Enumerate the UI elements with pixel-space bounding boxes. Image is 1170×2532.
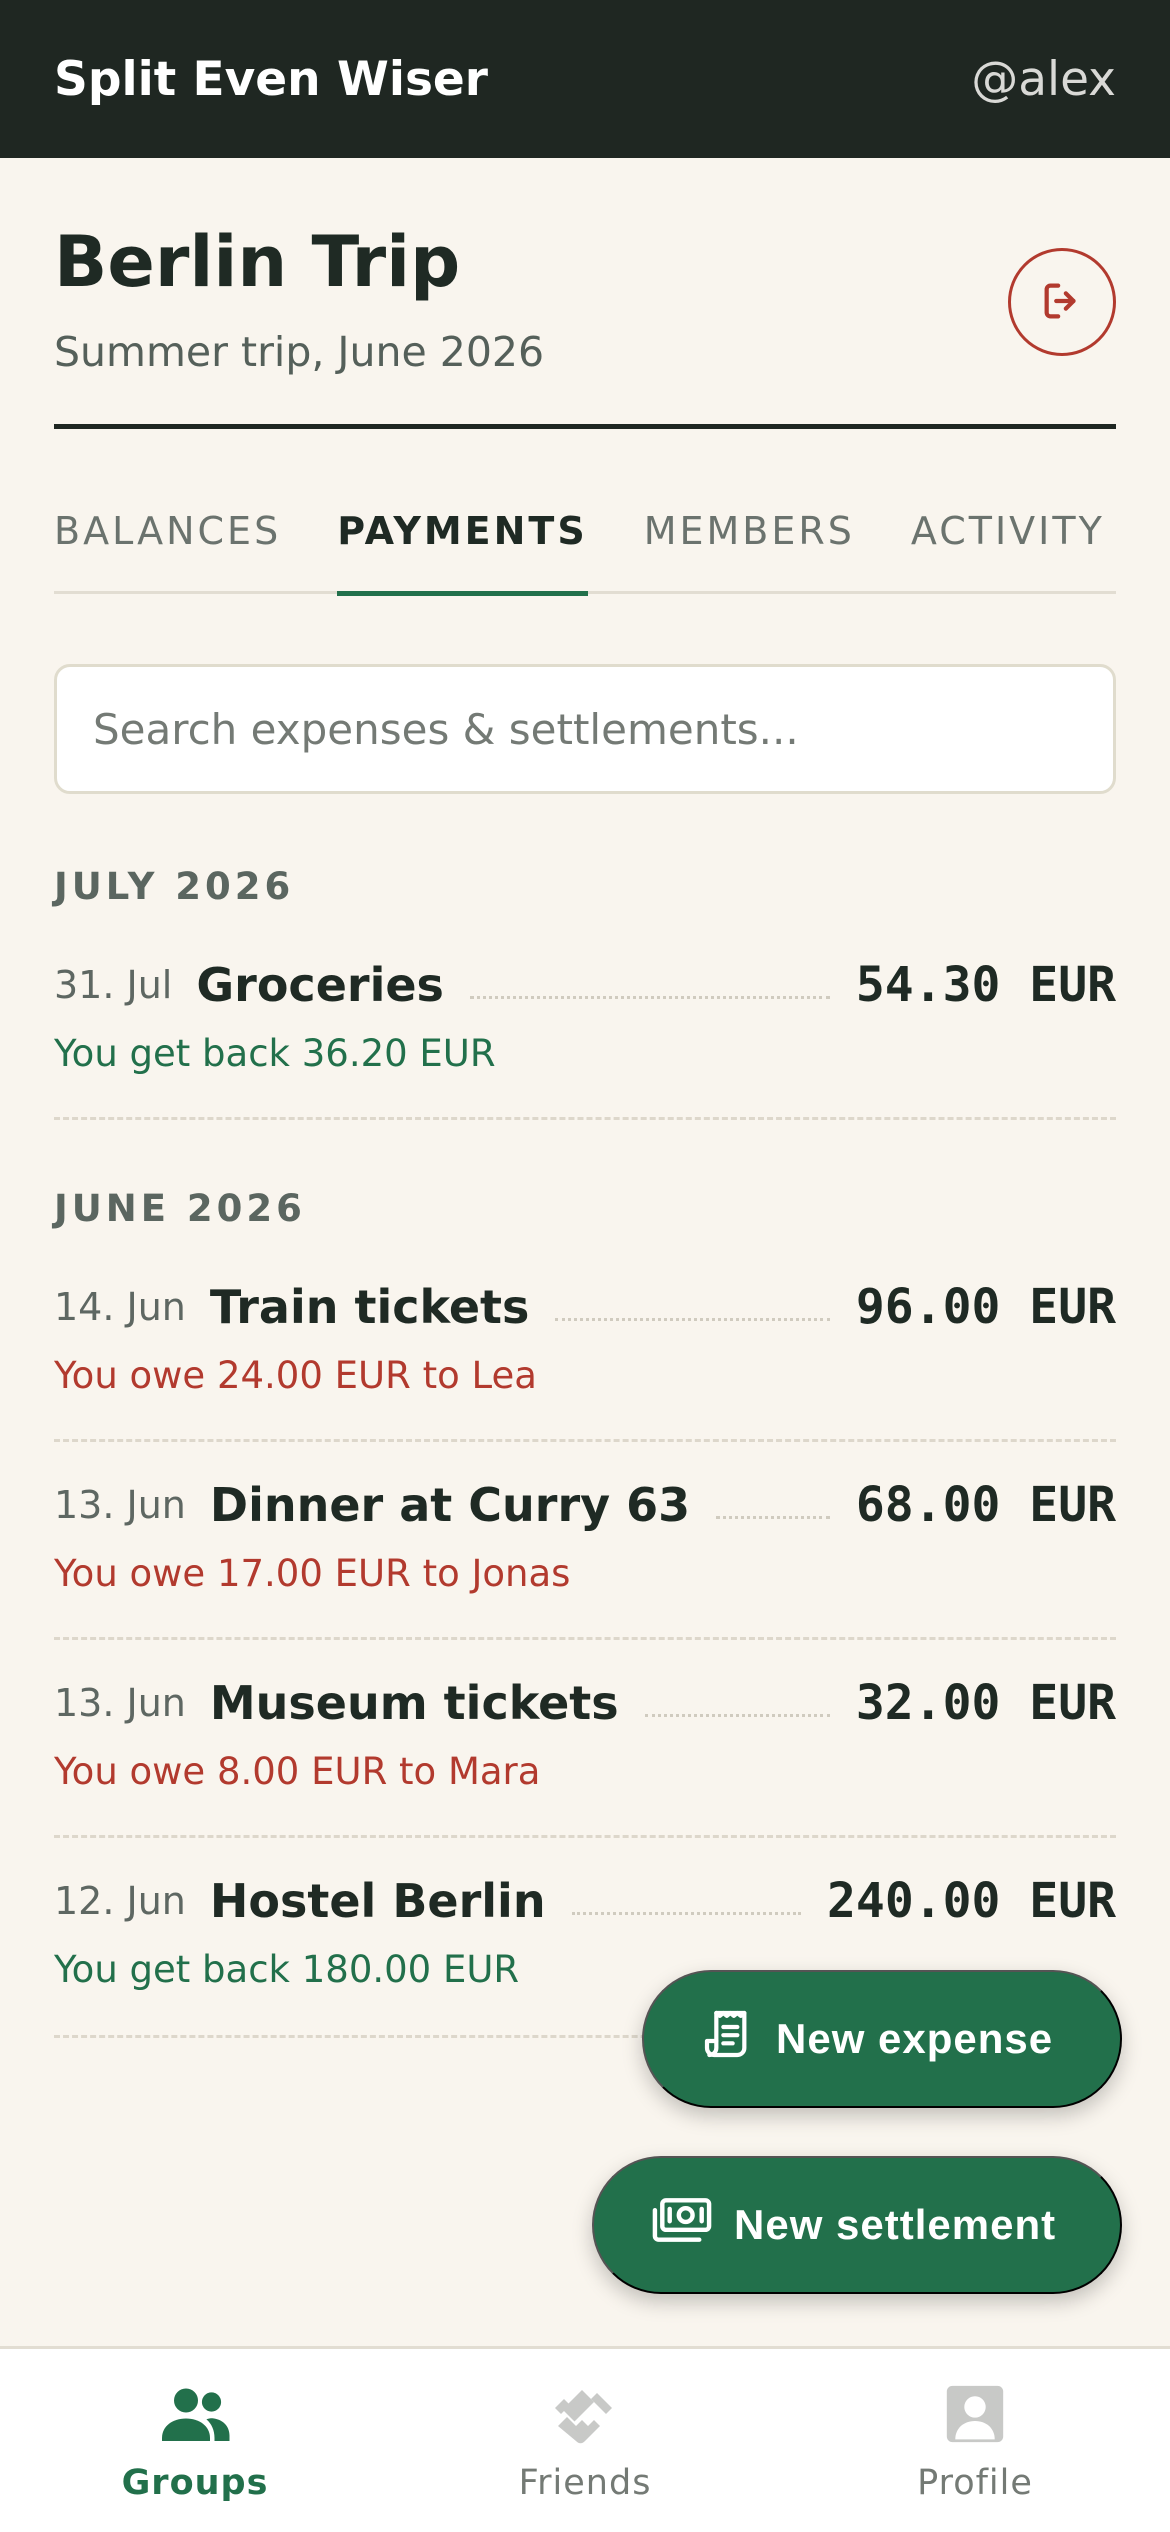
list-item[interactable]: 13. Jun Dinner at Curry 63 68.00 EUR You… [54,1442,1116,1640]
entry-amount: 68.00 EUR [855,1477,1116,1533]
nav-item-profile[interactable]: Profile [780,2349,1170,2532]
entry-date: 12. Jun [54,1879,186,1923]
dotted-leader [469,995,830,999]
list-item[interactable]: 31. Jul Groceries 54.30 EUR You get back… [54,922,1116,1120]
handshake-icon [549,2383,621,2449]
groups-icon [159,2383,231,2449]
nav-label: Groups [121,2463,269,2503]
group-subtitle: Summer trip, June 2026 [54,328,545,376]
entry-balance-note: You owe 24.00 EUR to Lea [54,1354,537,1397]
group-header: Berlin Trip Summer trip, June 2026 [54,218,1116,376]
top-bar: Split Even Wiser @alex [0,0,1170,158]
tab-balances[interactable]: BALANCES [54,469,281,593]
month-header: JUNE 2026 [54,1186,306,1230]
tab-activity[interactable]: ACTIVITY [911,469,1105,593]
entry-balance-note: You owe 17.00 EUR to Jonas [54,1552,571,1595]
list-item[interactable]: 13. Jun Museum tickets 32.00 EUR You owe… [54,1640,1116,1838]
month-header: JULY 2026 [54,864,295,908]
entry-name: Train tickets [209,1280,530,1334]
entry-name: Groceries [196,958,444,1012]
header-divider [54,424,1116,429]
receipt-icon [700,2006,776,2072]
new-expense-button[interactable]: New expense [642,1970,1122,2108]
search-box [54,664,1116,794]
list-item[interactable]: 14. Jun Train tickets 96.00 EUR You owe … [54,1244,1116,1442]
search-input[interactable] [93,704,1077,754]
dotted-leader [555,1317,830,1321]
new-settlement-label: New settlement [734,2201,1057,2248]
entry-name: Dinner at Curry 63 [209,1478,691,1532]
username-link[interactable]: @alex [971,52,1116,107]
entry-date: 31. Jul [54,963,173,1007]
payments-list: JULY 2026 31. Jul Groceries 54.30 EUR Yo… [54,850,1116,2038]
entry-amount: 54.30 EUR [855,957,1116,1013]
new-expense-label: New expense [776,2015,1054,2062]
entry-date: 13. Jun [54,1681,186,1725]
entry-amount: 96.00 EUR [855,1279,1116,1335]
entry-name: Museum tickets [209,1676,619,1730]
entry-date: 14. Jun [54,1285,186,1329]
logout-icon [1039,278,1085,327]
entry-balance-note: You owe 8.00 EUR to Mara [54,1750,541,1793]
entry-balance-note: You get back 36.20 EUR [54,1032,496,1075]
bottom-navigation: Groups Friends Profile [0,2346,1170,2532]
app-title: Split Even Wiser [54,51,488,107]
nav-label: Profile [917,2463,1033,2503]
entry-date: 13. Jun [54,1483,186,1527]
entry-amount: 32.00 EUR [855,1675,1116,1731]
tab-payments[interactable]: PAYMENTS [337,469,588,596]
tab-members[interactable]: MEMBERS [644,469,855,593]
entry-amount: 240.00 EUR [827,1873,1116,1929]
dotted-leader [571,1911,802,1915]
group-title: Berlin Trip [54,221,461,303]
leave-group-button[interactable] [1008,248,1116,356]
dotted-leader [644,1713,830,1717]
new-settlement-button[interactable]: New settlement [592,2156,1122,2294]
app-root: Split Even Wiser @alex Berlin Trip Summe… [0,0,1170,2532]
nav-item-friends[interactable]: Friends [390,2349,780,2532]
cash-icon [650,2192,734,2258]
nav-item-groups[interactable]: Groups [0,2349,390,2532]
dotted-leader [716,1515,830,1519]
profile-icon [944,2383,1006,2449]
group-tabs: BALANCES PAYMENTS MEMBERS ACTIVITY [54,469,1116,596]
nav-label: Friends [518,2463,652,2503]
entry-name: Hostel Berlin [209,1874,546,1928]
